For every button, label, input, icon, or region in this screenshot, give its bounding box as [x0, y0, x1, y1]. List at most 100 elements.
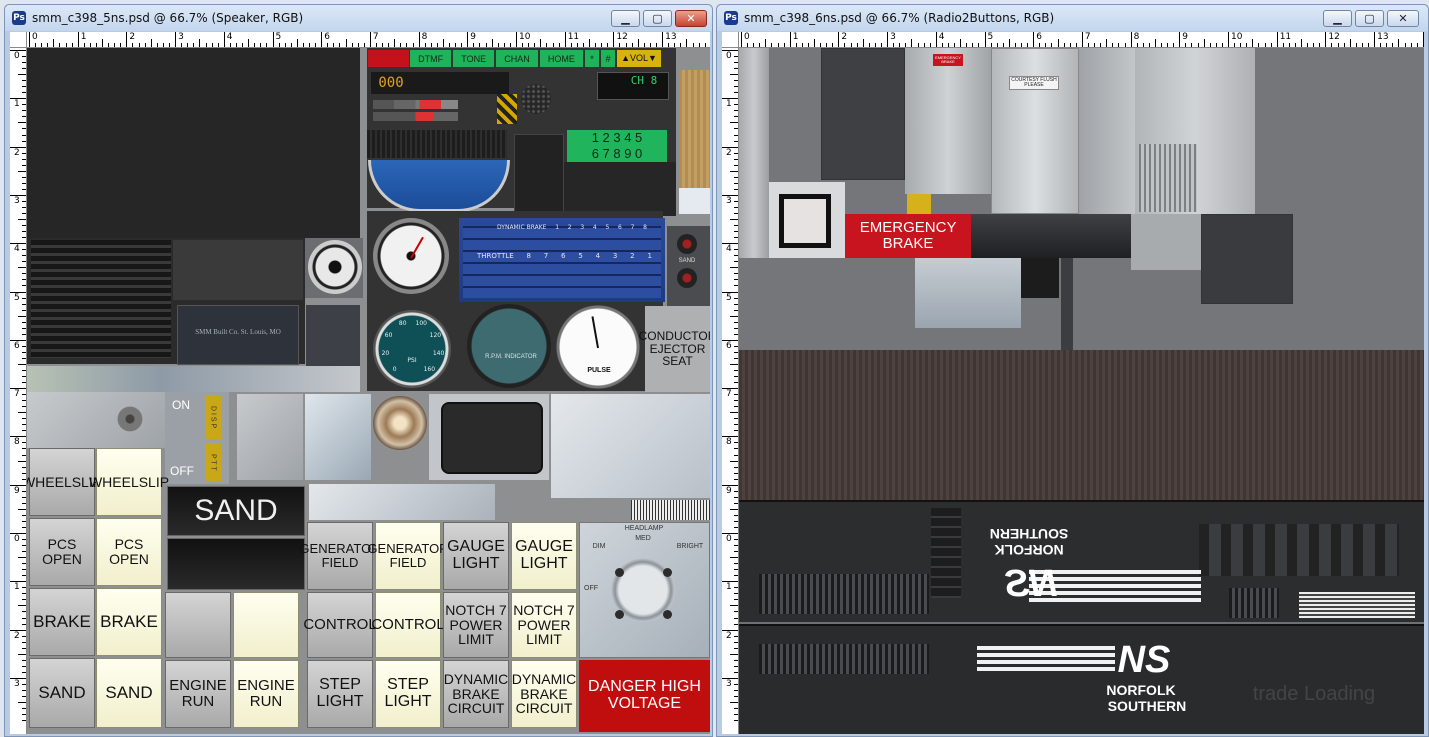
dynamic-brake-circuit-on[interactable]: DYNAMIC BRAKE CIRCUIT	[511, 660, 577, 728]
radio-tab-3[interactable]: HOME	[539, 50, 583, 67]
ruler-tick	[18, 460, 26, 462]
minimize-button[interactable]: ▁	[1323, 10, 1352, 27]
step-light-off[interactable]: STEP LIGHT	[307, 660, 373, 728]
ruler-tick	[972, 43, 974, 47]
control-off[interactable]: CONTROL	[303, 592, 377, 658]
radio-vol-button[interactable]: ▲VOL▼	[617, 50, 661, 67]
ruler-tick	[807, 43, 809, 47]
ruler-tick	[302, 43, 304, 47]
ruler-tick	[22, 176, 26, 178]
dynamic-brake-circuit-off[interactable]: DYNAMIC BRAKE CIRCUIT	[443, 660, 509, 728]
ruler-tick	[22, 104, 26, 106]
ruler-tick	[637, 39, 639, 47]
emergency-brake-label: EMERGENCY BRAKE	[845, 214, 971, 258]
blank-button-on[interactable]	[233, 592, 299, 658]
ruler-tick	[899, 43, 901, 47]
engine-run-on[interactable]: ENGINE RUN	[233, 660, 299, 728]
minimize-button[interactable]: ▁	[611, 10, 640, 27]
radio-tab-4[interactable]: *	[584, 50, 599, 67]
close-button[interactable]: ✕	[1387, 10, 1419, 27]
ruler-tick	[734, 617, 738, 619]
ruler-tick	[582, 43, 584, 47]
keypad-row1[interactable]: 1 2 3 4 5	[567, 130, 667, 146]
keypad-row2[interactable]: 6 7 8 9 0	[567, 146, 667, 162]
sand-indicator-on[interactable]: SAND	[96, 658, 162, 728]
ruler-label: 5	[984, 32, 993, 47]
ruler-tick	[22, 357, 26, 359]
generator-field-off[interactable]: GENERATOR FIELD	[299, 522, 381, 590]
radio-tab-5[interactable]: #	[600, 50, 615, 67]
ruler-tick	[734, 116, 738, 118]
wheelslip-indicator-off[interactable]: WHEELSLIP	[27, 448, 102, 516]
right-document-window[interactable]: Ps smm_c398_6ns.psd @ 66.7% (Radio2Butto…	[716, 4, 1429, 737]
engine-run-off[interactable]: ENGINE RUN	[165, 660, 231, 728]
generator-field-on[interactable]: GENERATOR FIELD	[367, 522, 449, 590]
plate-a-knob[interactable]	[117, 406, 143, 432]
left-canvas[interactable]: SMM Built Co. St. Louis, MO DTMF TONE CHAN…	[27, 48, 710, 734]
southern-text-mirrored: SOUTHERN	[989, 526, 1069, 543]
close-button[interactable]: ✕	[675, 10, 707, 27]
step-light-on[interactable]: STEP LIGHT	[375, 660, 441, 728]
sand-knob-top[interactable]	[677, 234, 697, 254]
pcs-open-indicator-off[interactable]: PCS OPEN	[29, 518, 95, 586]
left-window-title: smm_c398_5ns.psd @ 66.7% (Speaker, RGB)	[32, 11, 304, 25]
ruler-tick	[734, 466, 738, 468]
headlamp-off: OFF	[584, 585, 598, 593]
ruler-tick	[351, 43, 353, 47]
ruler-tick	[22, 188, 26, 190]
radio-tab-1[interactable]: TONE	[453, 50, 495, 67]
pcs-open-indicator-on[interactable]: PCS OPEN	[96, 518, 162, 586]
ruler-tick	[412, 43, 414, 47]
ruler-tick	[150, 39, 152, 47]
maximize-button[interactable]: ▢	[1355, 10, 1384, 27]
ruler-tick	[923, 43, 925, 47]
sand-indicator-off[interactable]: SAND	[29, 658, 95, 728]
ruler-tick	[260, 43, 262, 47]
wheelslip-indicator-on[interactable]: WHEELSLIP	[89, 448, 169, 516]
left-document-window[interactable]: Ps smm_c398_5ns.psd @ 66.7% (Speaker, RG…	[4, 4, 713, 737]
radio-tab-0[interactable]: DTMF	[410, 50, 452, 67]
notch7-power-limit-on[interactable]: NOTCH 7 POWER LIMIT	[511, 592, 577, 658]
ruler-tick	[22, 551, 26, 553]
maximize-button[interactable]: ▢	[643, 10, 672, 27]
control-on[interactable]: CONTROL	[371, 592, 445, 658]
ruler-tick	[1343, 43, 1345, 47]
ruler-tick	[22, 514, 26, 516]
ruler-tick	[1075, 43, 1077, 47]
horizontal-ruler[interactable]: 01234567891011121314	[739, 32, 1424, 48]
right-window-title: smm_c398_6ns.psd @ 66.7% (Radio2Buttons,…	[744, 11, 1055, 25]
ptt-switch[interactable]: P T T	[205, 443, 221, 481]
plate-b	[237, 394, 303, 480]
ruler-tick	[1118, 43, 1120, 47]
sand-knob-bottom[interactable]	[677, 268, 697, 288]
dark-strip	[971, 214, 1131, 258]
ruler-tick	[730, 702, 738, 704]
disp-switch[interactable]: D I S P	[205, 395, 221, 439]
horizontal-ruler[interactable]: 01234567891011121314	[27, 32, 710, 48]
left-titlebar[interactable]: Ps smm_c398_5ns.psd @ 66.7% (Speaker, RG…	[5, 5, 712, 31]
vertical-ruler[interactable]: 01234567890123	[722, 48, 739, 734]
gauge-light-on[interactable]: GAUGE LIGHT	[511, 522, 577, 590]
radio-tab-2[interactable]: CHAN	[496, 50, 538, 67]
ruler-tick	[734, 551, 738, 553]
ruler-tick	[734, 720, 738, 722]
gauge-light-off[interactable]: GAUGE LIGHT	[443, 522, 509, 590]
headlamp-bright: BRIGHT	[676, 543, 704, 551]
ruler-tick	[193, 43, 195, 47]
ruler-tick	[22, 200, 26, 202]
vertical-ruler[interactable]: 01234567890123	[10, 48, 27, 734]
brake-indicator-on[interactable]: BRAKE	[96, 588, 162, 656]
ruler-tick	[22, 539, 26, 541]
right-canvas[interactable]: EMERGENCY BRAKE COURTESY FLUSH PLEASE EM…	[739, 48, 1424, 734]
notch7-power-limit-off[interactable]: NOTCH 7 POWER LIMIT	[443, 592, 509, 658]
blank-button-off[interactable]	[165, 592, 231, 658]
ruler-tick	[734, 442, 738, 444]
ruler-tick	[1221, 43, 1223, 47]
headlamp-med: MED	[635, 535, 651, 543]
ruler-tick	[22, 647, 26, 649]
ruler-tick	[22, 140, 26, 142]
ruler-tick	[734, 351, 738, 353]
right-titlebar[interactable]: Ps smm_c398_6ns.psd @ 66.7% (Radio2Butto…	[717, 5, 1428, 31]
ruler-tick	[1301, 39, 1303, 47]
brake-indicator-off[interactable]: BRAKE	[29, 588, 95, 656]
